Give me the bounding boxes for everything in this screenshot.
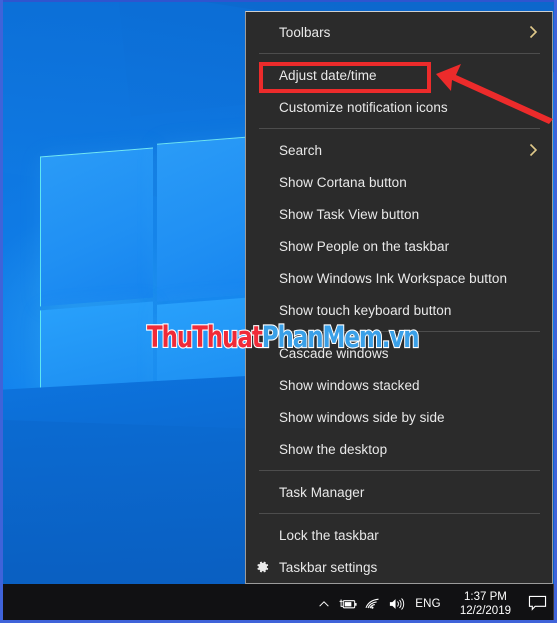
notification-chat-icon[interactable] [521,584,553,623]
menu-separator [259,513,540,514]
menu-item-show-windows-ink-workspace-button[interactable]: Show Windows Ink Workspace button [246,262,552,294]
taskbar[interactable]: ENG 1:37 PM 12/2/2019 [0,584,557,623]
menu-item-label: Task Manager [279,484,365,500]
menu-item-customize-notification-icons[interactable]: Customize notification icons [246,91,552,123]
menu-separator [259,53,540,54]
chevron-right-icon [528,143,538,157]
menu-item-show-the-desktop[interactable]: Show the desktop [246,433,552,465]
screenshot-frame-top [0,0,557,2]
show-hidden-icons-chevron-up-icon[interactable] [312,584,336,623]
clock-date: 12/2/2019 [459,604,511,617]
menu-item-search[interactable]: Search [246,134,552,166]
system-tray[interactable]: ENG 1:37 PM 12/2/2019 [312,584,557,623]
site-watermark: ThuThuatPhanMem.vn [146,320,421,354]
menu-item-label: Show Task View button [279,206,420,222]
menu-item-taskbar-settings[interactable]: Taskbar settings [246,551,552,583]
menu-item-label: Show the desktop [279,441,388,457]
menu-item-label: Show Cortana button [279,174,407,190]
menu-item-label: Customize notification icons [279,99,448,115]
taskbar-context-menu[interactable]: Toolbars Adjust date/time Customize noti… [245,11,553,584]
menu-item-label: Show windows side by side [279,409,445,425]
chevron-right-icon [528,25,538,39]
gear-icon [254,559,270,575]
battery-charging-icon[interactable] [336,584,360,623]
clock[interactable]: 1:37 PM 12/2/2019 [450,590,521,618]
menu-item-show-people-on-the-taskbar[interactable]: Show People on the taskbar [246,230,552,262]
menu-separator [259,128,540,129]
menu-item-lock-the-taskbar[interactable]: Lock the taskbar [246,519,552,551]
volume-icon[interactable] [384,584,408,623]
menu-item-label: Show touch keyboard button [279,302,452,318]
wallpaper-pane-top-left [40,147,153,307]
menu-item-label: Search [279,142,323,158]
menu-item-label: Lock the taskbar [279,527,379,543]
menu-item-show-task-view-button[interactable]: Show Task View button [246,198,552,230]
watermark-part-1: ThuThuat [146,320,264,354]
menu-separator [259,470,540,471]
menu-item-label: Taskbar settings [279,559,378,575]
menu-item-show-windows-stacked[interactable]: Show windows stacked [246,369,552,401]
menu-item-label: Show windows stacked [279,377,420,393]
screenshot-frame-left [0,0,3,623]
language-indicator[interactable]: ENG [408,584,450,623]
menu-item-show-windows-side-by-side[interactable]: Show windows side by side [246,401,552,433]
menu-item-show-cortana-button[interactable]: Show Cortana button [246,166,552,198]
menu-item-label: Toolbars [279,24,331,40]
wifi-icon[interactable] [360,584,384,623]
menu-item-toolbars[interactable]: Toolbars [246,16,552,48]
watermark-part-2: PhanMem.vn [261,320,421,354]
clock-time: 1:37 PM [464,590,507,603]
menu-item-task-manager[interactable]: Task Manager [246,476,552,508]
menu-item-label: Show People on the taskbar [279,238,450,254]
menu-item-label: Show Windows Ink Workspace button [279,270,508,286]
screen: Toolbars Adjust date/time Customize noti… [0,0,557,623]
highlight-box-adjust-date-time [259,62,431,93]
